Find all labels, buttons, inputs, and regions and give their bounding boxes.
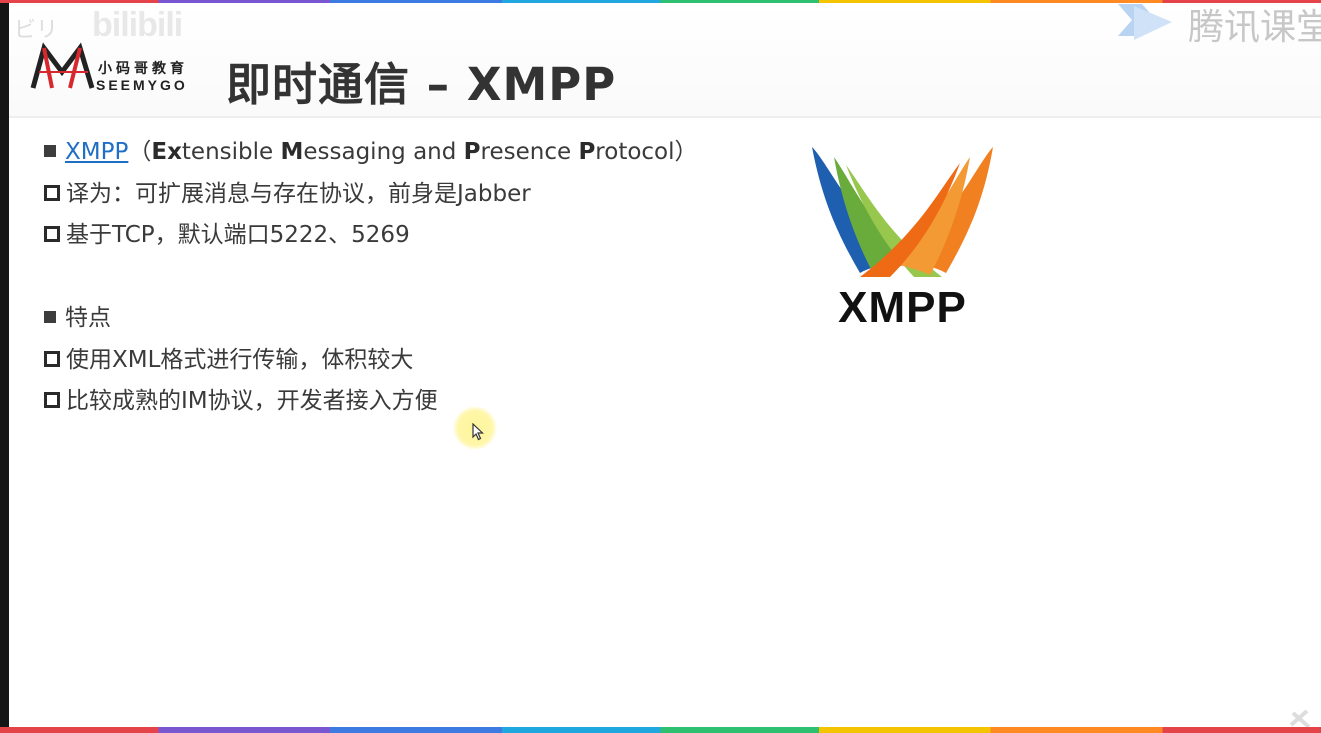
solid-square-bullet-icon bbox=[44, 310, 56, 323]
hollow-square-bullet-icon bbox=[44, 184, 60, 201]
solid-square-bullet-icon bbox=[44, 144, 56, 157]
section2-heading: 特点 bbox=[40, 298, 111, 332]
protocol-open-paren: （ bbox=[128, 139, 152, 165]
bottom-color-stripe bbox=[0, 727, 1321, 733]
list-item-text: 译为：可扩展消息与存在协议，前身是Jabber bbox=[66, 181, 531, 207]
section1-heading: XMPP（Extensible Messaging and Presence P… bbox=[40, 132, 698, 166]
logo-chinese-text: 小码哥教育 bbox=[98, 61, 188, 77]
hollow-square-bullet-icon bbox=[44, 225, 60, 242]
logo-english-text: SEEMYGO bbox=[96, 77, 188, 93]
word-tensible: tensible bbox=[181, 139, 281, 165]
letter-p2: P bbox=[578, 139, 596, 165]
xmpp-link[interactable]: XMPP bbox=[65, 139, 128, 165]
list-item: 使用XML格式进行传输，体积较大 bbox=[40, 340, 413, 374]
word-essaging: essaging and bbox=[303, 139, 464, 165]
page-title: 即时通信 – XMPP bbox=[226, 58, 617, 111]
xmpp-logo: XMPP bbox=[810, 145, 995, 332]
close-icon bbox=[1289, 709, 1311, 729]
list-item: 比较成熟的IM协议，开发者接入方便 bbox=[40, 381, 438, 415]
list-item-text: 比较成熟的IM协议，开发者接入方便 bbox=[66, 388, 438, 414]
tencent-classroom-play-icon bbox=[1118, 4, 1172, 40]
section2-heading-text: 特点 bbox=[65, 305, 111, 331]
word-rotocol: rotocol） bbox=[595, 139, 698, 165]
hollow-square-bullet-icon bbox=[44, 350, 60, 367]
tencent-classroom-text: 腾讯课堂 bbox=[1188, 7, 1321, 48]
seemygo-m-icon bbox=[30, 42, 95, 89]
letter-p1: P bbox=[463, 139, 481, 165]
watermark-mark: ビリ bbox=[14, 17, 59, 42]
bilibili-watermark: bilibili bbox=[92, 6, 183, 44]
hollow-square-bullet-icon bbox=[44, 391, 60, 408]
xmpp-logo-text: XMPP bbox=[838, 283, 967, 332]
xmpp-swoosh-icon bbox=[812, 147, 993, 277]
list-item-text: 使用XML格式进行传输，体积较大 bbox=[66, 347, 414, 373]
letter-m: M bbox=[280, 139, 304, 165]
letter-e: E bbox=[151, 139, 168, 165]
list-item-text: 基于TCP，默认端口5222、5269 bbox=[66, 222, 410, 248]
mouse-pointer-icon bbox=[472, 423, 484, 441]
list-item: 基于TCP，默认端口5222、5269 bbox=[40, 215, 410, 249]
seemygo-logo: 小码哥教育 SEEMYGO bbox=[30, 42, 200, 98]
list-item: 译为：可扩展消息与存在协议，前身是Jabber bbox=[40, 174, 531, 208]
word-resence: resence bbox=[480, 139, 579, 165]
tencent-classroom-watermark: 腾讯课堂 bbox=[1112, 0, 1321, 48]
letter-x: x bbox=[167, 139, 182, 165]
left-edge-bar bbox=[0, 0, 9, 733]
